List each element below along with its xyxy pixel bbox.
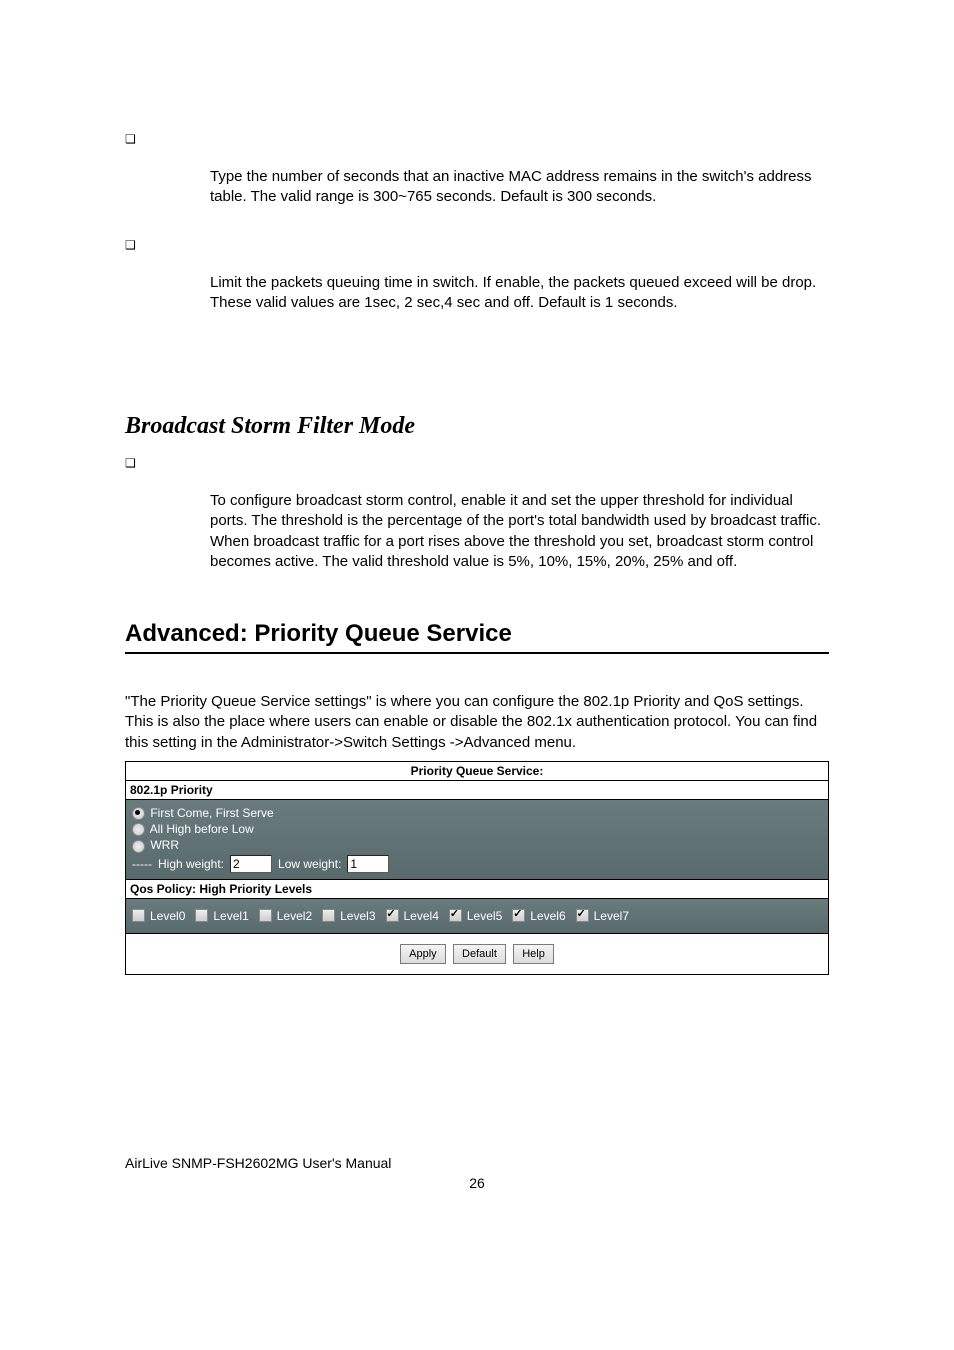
level-1[interactable]: Level1 (195, 909, 248, 923)
panel-sub-qos: Qos Policy: High Priority Levels (126, 880, 828, 899)
level-6[interactable]: Level6 (512, 909, 565, 923)
level-2-checkbox[interactable] (259, 909, 272, 922)
level-5[interactable]: Level5 (449, 909, 502, 923)
level-0-label: Level0 (150, 909, 185, 923)
advanced-intro: "The Priority Queue Service settings" is… (125, 692, 829, 753)
help-button[interactable]: Help (513, 944, 554, 964)
qos-levels-row: Level0 Level1 Level2 Level3 Level4 Level5 Leve… (126, 899, 828, 934)
level-2-label: Level2 (277, 909, 312, 923)
level-5-checkbox[interactable] (449, 909, 462, 922)
level-1-label: Level1 (213, 909, 248, 923)
level-7-checkbox[interactable] (576, 909, 589, 922)
priority-queue-panel: Priority Queue Service: 802.1p Priority … (125, 761, 829, 975)
apply-button[interactable]: Apply (400, 944, 446, 964)
level-3-label: Level3 (340, 909, 375, 923)
level-3-checkbox[interactable] (322, 909, 335, 922)
panel-title: Priority Queue Service: (126, 762, 828, 781)
radio-ahbl[interactable] (132, 823, 145, 836)
level-7[interactable]: Level7 (576, 909, 629, 923)
level-4[interactable]: Level4 (386, 909, 439, 923)
broadcast-body: To configure broadcast storm control, en… (210, 491, 829, 572)
panel-footer: Apply Default Help (126, 934, 828, 974)
level-7-label: Level7 (594, 909, 629, 923)
level-4-label: Level4 (404, 909, 439, 923)
radio-ahbl-label: All High before Low (150, 822, 254, 836)
level-1-checkbox[interactable] (195, 909, 208, 922)
low-weight-label: Low weight: (278, 857, 341, 871)
bullet-icon: ❑ (125, 456, 136, 470)
radio-wrr-label: WRR (150, 838, 179, 852)
weights-prefix: ----- (132, 857, 152, 871)
panel-body-priority: First Come, First Serve All High before … (126, 800, 828, 880)
radio-wrr[interactable] (132, 840, 145, 853)
bullet-icon: ❑ (125, 132, 136, 146)
advanced-heading: Advanced: Priority Queue Service (125, 620, 829, 654)
high-weight-label: High weight: (158, 857, 224, 871)
level-2[interactable]: Level2 (259, 909, 312, 923)
level-3[interactable]: Level3 (322, 909, 375, 923)
level-6-checkbox[interactable] (512, 909, 525, 922)
level-0[interactable]: Level0 (132, 909, 185, 923)
bullet-icon: ❑ (125, 238, 136, 252)
default-button[interactable]: Default (453, 944, 506, 964)
maxbridge-body: Limit the packets queuing time in switch… (210, 273, 829, 314)
level-4-checkbox[interactable] (386, 909, 399, 922)
level-0-checkbox[interactable] (132, 909, 145, 922)
mac-body: Type the number of seconds that an inact… (210, 167, 829, 208)
radio-fcfs-label: First Come, First Serve (150, 806, 273, 820)
footer-text: AirLive SNMP-FSH2602MG User's Manual (125, 1155, 829, 1171)
panel-sub-8021p: 802.1p Priority (126, 781, 828, 800)
low-weight-input[interactable] (347, 855, 389, 873)
radio-fcfs[interactable] (132, 807, 145, 820)
page-number: 26 (125, 1175, 829, 1191)
level-6-label: Level6 (530, 909, 565, 923)
broadcast-storm-heading: Broadcast Storm Filter Mode (125, 413, 829, 440)
high-weight-input[interactable] (230, 855, 272, 873)
level-5-label: Level5 (467, 909, 502, 923)
